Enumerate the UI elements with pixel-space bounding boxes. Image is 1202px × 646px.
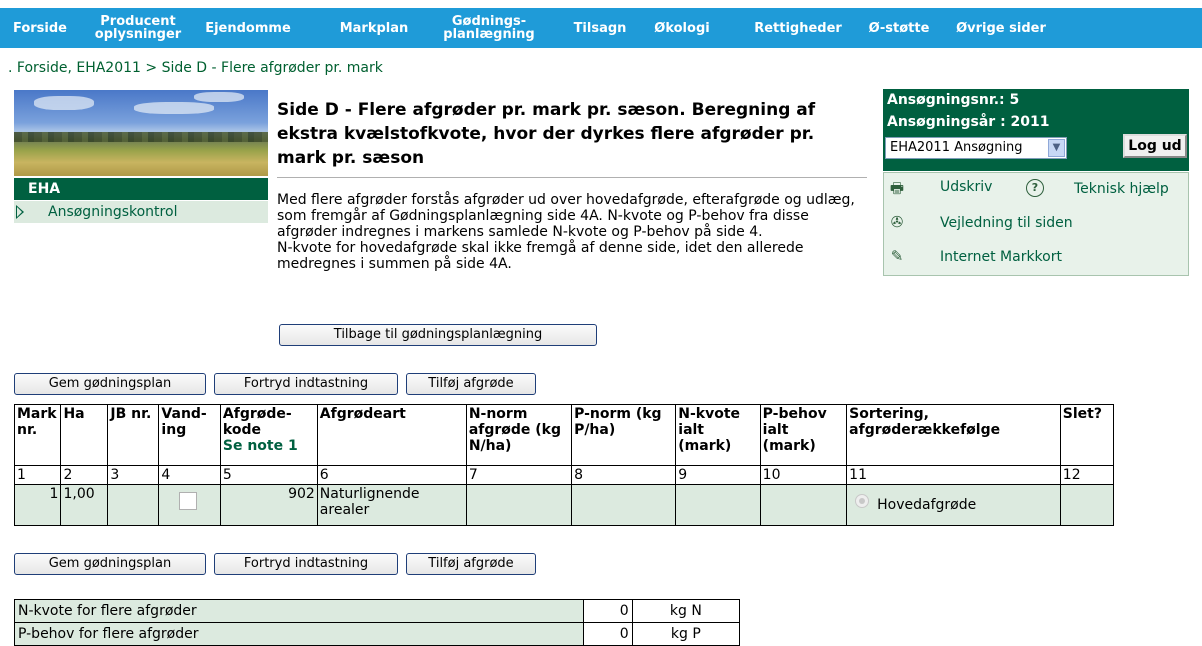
cell-n-norm [465,484,573,526]
cell-sort: Hovedafgrøde [846,484,1061,526]
col-number: 3 [107,465,160,485]
header-slet: Slet? [1059,404,1115,466]
page-title: Side D - Flere afgrøder pr. mark pr. sæs… [277,100,816,168]
summary-label: N-kvote for flere afgrøder [14,599,584,623]
cell-crop: Naturlignende arealer [316,484,467,526]
nav-producent-oplysninger[interactable]: Producent oplysninger [86,8,190,48]
printer-icon[interactable]: 🖶 [888,179,906,197]
sort-label: Hovedafgrøde [877,497,977,513]
nav-okologi[interactable]: Økologi [646,8,718,48]
technical-help-link[interactable]: Teknisk hjælp [1074,181,1169,197]
add-crop-button-bottom[interactable]: Tilføj afgrøde [406,553,536,575]
table-row: 1 1,00 902 Naturlignende arealer Hovedaf… [13,484,1115,526]
help-icon[interactable]: ? [1026,179,1044,197]
table-header-row: Mark nr. Ha JB nr. Vand- ing Afgrøde- ko… [13,404,1115,466]
logout-button[interactable]: Log ud [1123,134,1187,158]
divider [277,177,867,178]
irrigation-checkbox[interactable] [179,492,198,510]
col-number: 10 [759,465,848,485]
header-n-norm: N-norm afgrøde (kg N/ha) [465,404,573,466]
header-afgrodekode: Afgrøde- kode Se note 1 [219,404,318,466]
column-number-row: 1 2 3 4 5 6 7 8 9 10 11 12 [13,465,1115,485]
description: Med flere afgrøder forstås afgrøder ud o… [277,192,867,272]
nav-forside[interactable]: Forside [0,8,80,48]
main-crop-radio[interactable] [855,494,870,508]
save-plan-button[interactable]: Gem gødningsplan [14,373,206,395]
col-number: 9 [675,465,761,485]
nav-o-stotte[interactable]: Ø-støtte [862,8,936,48]
cell-code: 902 [219,484,318,526]
cell-delete [1059,484,1115,526]
nav-ejendomme[interactable]: Ejendomme [196,8,300,48]
crops-table: Mark nr. Ha JB nr. Vand- ing Afgrøde- ko… [13,404,1115,526]
chevron-down-icon[interactable]: ▼ [1048,139,1065,157]
application-select-value: EHA2011 Ansøgning [890,140,1023,155]
nav-godningsplanlaegning[interactable]: Gødnings- planlægning [432,8,546,48]
header-ha: Ha [60,404,109,466]
col-number: 7 [465,465,573,485]
cell-vanding [158,484,221,526]
cell-p-behov [759,484,848,526]
cell-jb [107,484,160,526]
save-plan-button-bottom[interactable]: Gem gødningsplan [14,553,206,575]
cell-n-kvote [675,484,761,526]
nav-tilsagn[interactable]: Tilsagn [562,8,638,48]
header-afgrodekode-label: Afgrøde- kode [222,406,292,438]
book-icon[interactable]: ✇ [888,213,906,231]
landscape-image [14,90,268,176]
col-number: 6 [316,465,467,485]
header-p-behov: P-behov ialt (mark) [759,404,848,466]
summary-unit: kg N [631,599,741,623]
header-vanding: Vand- ing [158,404,221,466]
breadcrumb[interactable]: . Forside, EHA2011 > Side D - Flere afgr… [8,60,383,76]
sidebar-section-eha: EHA [14,178,268,200]
nav-markplan[interactable]: Markplan [326,8,422,48]
header-afgrodeart: Afgrødeart [316,404,467,466]
sidebar-item-label: Ansøgningskontrol [48,204,178,220]
note-link[interactable]: Se note 1 [223,438,315,454]
undo-button[interactable]: Fortryd indtastning [214,373,398,395]
nav-rettigheder[interactable]: Rettigheder [748,8,848,48]
col-number: 1 [13,465,62,485]
header-p-norm: P-norm (kg P/ha) [571,404,677,466]
guide-link[interactable]: Vejledning til siden [940,215,1073,231]
col-number: 12 [1059,465,1115,485]
header-sortering: Sortering, afgrøderækkefølge [846,404,1061,466]
col-number: 4 [158,465,221,485]
header-jb-nr: JB nr. [107,404,160,466]
summary-row: P-behov for flere afgrøder 0 kg P [14,622,741,646]
cell-ha: 1,00 [60,484,109,526]
col-number: 8 [571,465,677,485]
pencil-icon[interactable]: ✎ [888,247,906,265]
application-year: Ansøgningsår : 2011 [887,114,1050,130]
summary-label: P-behov for flere afgrøder [14,622,584,646]
summary-value: 0 [582,622,633,646]
description-paragraph-1: Med flere afgrøder forstås afgrøder ud o… [277,192,855,240]
links-panel: 🖶 Udskriv ? Teknisk hjælp ✇ Vejledning t… [883,172,1189,276]
arrow-right-icon [16,205,24,219]
summary-unit: kg P [631,622,741,646]
cell-p-norm [571,484,677,526]
header-mark-nr: Mark nr. [13,404,62,466]
undo-button-bottom[interactable]: Fortryd indtastning [214,553,398,575]
summary-row: N-kvote for flere afgrøder 0 kg N [14,599,741,623]
col-number: 11 [846,465,1061,485]
add-crop-button[interactable]: Tilføj afgrøde [406,373,536,395]
col-number: 5 [219,465,318,485]
summary-value: 0 [582,599,633,623]
summary-table: N-kvote for flere afgrøder 0 kg N P-beho… [14,599,741,646]
header-n-kvote: N-kvote ialt (mark) [675,404,761,466]
application-select[interactable]: EHA2011 Ansøgning ▼ [885,137,1067,159]
print-link[interactable]: Udskriv [940,179,992,195]
application-number: Ansøgningsnr.: 5 [887,92,1020,108]
description-paragraph-2: N-kvote for hovedafgrøde skal ikke fremg… [277,240,804,272]
col-number: 2 [60,465,109,485]
cell-mark: 1 [13,484,62,526]
sidebar-item-ansogningskontrol[interactable]: Ansøgningskontrol [14,201,268,223]
nav-ovrige-sider[interactable]: Øvrige sider [944,8,1058,48]
back-to-planning-button[interactable]: Tilbage til gødningsplanlægning [279,324,597,346]
internet-markkort-link[interactable]: Internet Markkort [940,249,1062,265]
